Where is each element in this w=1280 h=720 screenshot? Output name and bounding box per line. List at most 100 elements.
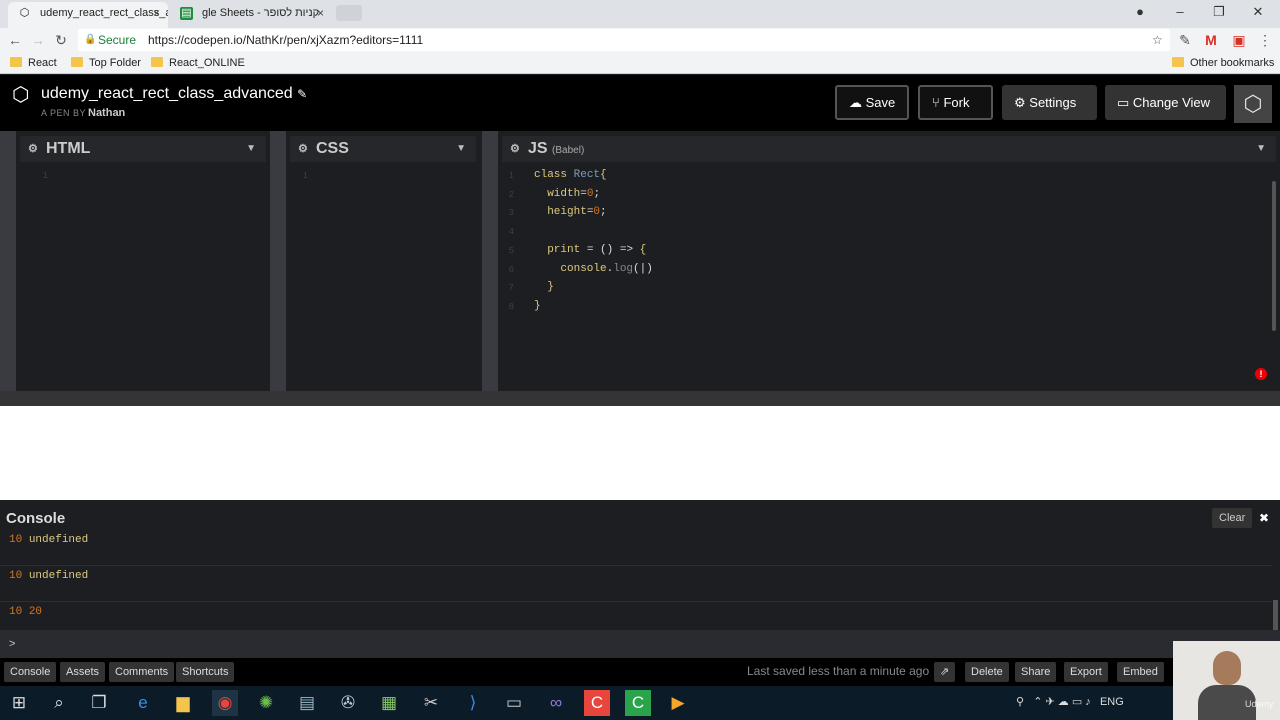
external-link-icon[interactable]: ⇗ xyxy=(934,662,956,682)
chevron-down-icon[interactable]: ▼ xyxy=(456,136,466,162)
visual-studio-icon[interactable]: ∞ xyxy=(543,690,569,716)
tools-icon[interactable]: ✂ xyxy=(418,690,444,716)
tab-sheets[interactable]: ▤ gle Sheets - קניות לסופר × xyxy=(170,2,332,28)
pencil-icon[interactable]: ✎ xyxy=(297,87,307,101)
pen-by-label: A PEN BY xyxy=(41,108,87,118)
webcam-overlay: Udemy xyxy=(1173,641,1280,720)
codepen-logo-icon[interactable]: ⬡ xyxy=(12,84,34,106)
pen-author[interactable]: Nathan xyxy=(88,107,125,119)
reload-icon[interactable]: ↻ xyxy=(51,30,71,50)
gear-icon[interactable]: ⚙ xyxy=(510,136,520,162)
editor-scrollbar[interactable] xyxy=(1272,181,1276,331)
lock-icon: 🔒 xyxy=(84,34,97,45)
delete-button[interactable]: Delete xyxy=(965,662,1009,682)
html-editor[interactable]: ⚙ HTML ▼ 1 xyxy=(16,131,270,391)
codepen-footer: Console Assets Comments Shortcuts Last s… xyxy=(0,658,1280,686)
tray-icons: ⚲ ⌃ ✈ ☁ ▭ ♪ xyxy=(1016,696,1097,708)
secure-label: Secure xyxy=(98,33,137,47)
gmail-extension-icon[interactable]: M xyxy=(1201,30,1221,50)
vscode-icon[interactable]: ⟩ xyxy=(460,690,486,716)
back-icon[interactable]: ← xyxy=(5,30,25,50)
windows-taskbar: ⊞ ⌕ ❐ e ▆ ◉ ✺ ▤ ✇ ▦ ✂ ⟩ ▭ ∞ C C ▶ ⚲ ⌃ ✈ … xyxy=(0,686,1280,720)
other-bookmarks[interactable]: Other bookmarks xyxy=(1172,56,1274,70)
pen-title[interactable]: udemy_react_rect_class_advanced ✎ xyxy=(41,85,307,103)
shortcuts-button[interactable]: Shortcuts xyxy=(176,662,235,682)
app-icon[interactable]: ✇ xyxy=(335,690,361,716)
star-icon[interactable]: ☆ xyxy=(1152,29,1163,51)
app-icon[interactable]: ▦ xyxy=(376,690,402,716)
gear-icon[interactable]: ⚙ xyxy=(28,136,38,162)
close-tab-icon[interactable]: × xyxy=(153,2,160,24)
html-editor-header: ⚙ HTML ▼ xyxy=(20,136,266,162)
app-icon[interactable]: C xyxy=(625,690,651,716)
app-icon[interactable]: C xyxy=(584,690,610,716)
task-view-icon[interactable]: ❐ xyxy=(86,690,112,716)
bookmark-react[interactable]: React xyxy=(10,56,57,70)
chevron-down-icon[interactable]: ▼ xyxy=(246,136,256,162)
embed-button[interactable]: Embed xyxy=(1117,662,1164,682)
app-icon[interactable]: ✺ xyxy=(253,690,279,716)
navigation-bar: ← → ↻ 🔒 Secure https://codepen.io/NathKr… xyxy=(0,28,1280,52)
restore-icon[interactable]: ❐ xyxy=(1199,2,1239,22)
windows-start-icon[interactable]: ⊞ xyxy=(6,690,32,716)
editor-resizer[interactable] xyxy=(0,131,16,391)
system-tray[interactable]: ⚲ ⌃ ✈ ☁ ▭ ♪ ENG xyxy=(1016,695,1124,708)
editor-preview-divider[interactable] xyxy=(0,391,1280,406)
new-tab-button[interactable] xyxy=(336,5,362,21)
editor-resizer[interactable] xyxy=(270,131,286,391)
js-code[interactable]: class Rect{ width=0; height=0; print = (… xyxy=(534,166,653,316)
line-numbers: 12345678 xyxy=(508,171,514,312)
settings-button[interactable]: ⚙ Settings xyxy=(1002,85,1097,120)
chrome-icon[interactable]: ◉ xyxy=(212,690,238,716)
fork-button[interactable]: ⑂ Fork xyxy=(918,85,993,120)
css-editor[interactable]: ⚙ CSS ▼ 1 xyxy=(286,131,482,391)
edge-icon[interactable]: e xyxy=(130,690,156,716)
gear-icon[interactable]: ⚙ xyxy=(298,136,308,162)
console-button[interactable]: Console xyxy=(4,662,57,682)
assets-button[interactable]: Assets xyxy=(60,662,106,682)
avatar[interactable]: ⬡ xyxy=(1234,85,1272,123)
minimize-icon[interactable]: – xyxy=(1160,2,1200,22)
tab-label: udemy_react_rect_class_a xyxy=(40,7,168,19)
folder-icon xyxy=(151,57,163,67)
error-icon[interactable]: ! xyxy=(1255,368,1267,380)
media-icon[interactable]: ▶ xyxy=(665,690,691,716)
editor-resizer[interactable] xyxy=(482,131,498,391)
eyedropper-extension-icon[interactable]: ✎ xyxy=(1175,30,1195,50)
profile-icon[interactable]: ● xyxy=(1120,2,1160,22)
chevron-down-icon[interactable]: ▼ xyxy=(1256,136,1266,162)
comments-button[interactable]: Comments xyxy=(109,662,175,682)
console-scrollbar[interactable] xyxy=(1273,600,1278,630)
close-tab-icon[interactable]: × xyxy=(317,2,324,24)
forward-icon[interactable]: → xyxy=(28,30,48,50)
codepen-icon: ⬡ xyxy=(19,7,30,19)
editor-area: ⚙ HTML ▼ 1 ⚙ CSS ▼ 1 ⚙ JS (Babel) ▼ 1234… xyxy=(0,131,1280,406)
tab-codepen[interactable]: ⬡ udemy_react_rect_class_a × xyxy=(8,2,168,28)
window-close-icon[interactable]: ✕ xyxy=(1238,2,1278,22)
notepad-icon[interactable]: ▤ xyxy=(294,690,320,716)
cloud-icon: ☁ xyxy=(849,95,862,110)
close-icon[interactable]: ✖ xyxy=(1256,508,1272,528)
udemy-watermark: Udemy xyxy=(1245,699,1274,709)
console-line: 10 undefined xyxy=(0,566,1272,602)
console-line: 10 undefined xyxy=(0,530,1272,566)
address-bar[interactable]: 🔒 Secure https://codepen.io/NathKr/pen/x… xyxy=(78,29,1170,51)
search-icon[interactable]: ⌕ xyxy=(46,690,72,716)
console-input[interactable]: > xyxy=(0,630,1280,658)
clear-button[interactable]: Clear xyxy=(1212,508,1253,528)
tab-label: gle Sheets - קניות לסופר xyxy=(202,7,320,19)
change-view-button[interactable]: ▭ Change View xyxy=(1105,85,1226,120)
file-explorer-icon[interactable]: ▆ xyxy=(170,690,196,716)
terminal-icon[interactable]: ▭ xyxy=(501,690,527,716)
extension-icon[interactable]: ▣ xyxy=(1229,30,1249,50)
export-button[interactable]: Export xyxy=(1064,662,1108,682)
menu-icon[interactable]: ⋮ xyxy=(1255,30,1275,50)
bookmarks-bar: React Top Folder React_ONLINE Other book… xyxy=(0,52,1280,74)
share-button[interactable]: Share xyxy=(1015,662,1057,682)
bookmark-top-folder[interactable]: Top Folder xyxy=(71,56,141,70)
folder-icon xyxy=(10,57,22,67)
save-button[interactable]: ☁ Save xyxy=(835,85,909,120)
js-editor[interactable]: ⚙ JS (Babel) ▼ 12345678 class Rect{ widt… xyxy=(498,131,1280,391)
result-preview[interactable] xyxy=(0,406,1280,500)
bookmark-react-online[interactable]: React_ONLINE xyxy=(151,56,245,70)
